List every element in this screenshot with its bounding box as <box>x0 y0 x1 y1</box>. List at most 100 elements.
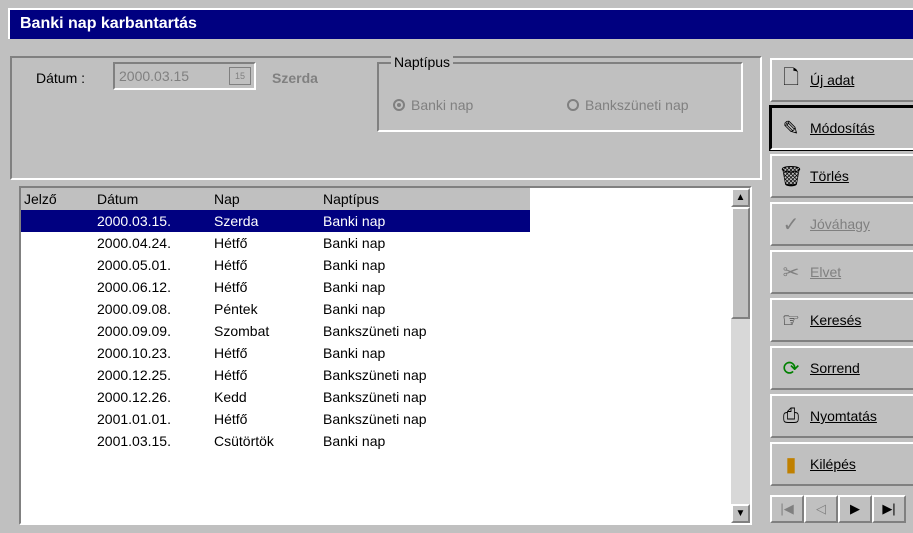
cell-datum: 2000.06.12. <box>97 279 171 295</box>
grid-header: Jelző Dátum Nap Naptípus <box>21 188 530 210</box>
uj-adat-label: Új adat <box>810 72 855 88</box>
uj-adat-button[interactable]: 🗋 Új adat <box>770 58 913 102</box>
cell-datum: 2000.03.15. <box>97 213 171 229</box>
modositas-label: Módosítás <box>810 120 875 136</box>
scroll-up-icon[interactable]: ▲ <box>731 188 750 207</box>
table-row[interactable]: 2000.12.25. Hétfő Bankszüneti nap <box>21 364 530 386</box>
kilepes-button[interactable]: ▮ Kilépés <box>770 442 913 486</box>
nyomtatas-label: Nyomtatás <box>810 408 877 424</box>
cell-nap: Szerda <box>214 213 259 229</box>
torles-button[interactable]: 🗑 Törlés <box>770 154 913 198</box>
kilepes-label: Kilépés <box>810 456 856 472</box>
cell-datum: 2000.12.25. <box>97 367 171 383</box>
elvet-button[interactable]: ✂ Elvet <box>770 250 913 294</box>
col-jelzo[interactable]: Jelző <box>24 191 57 207</box>
cell-datum: 2000.09.09. <box>97 323 171 339</box>
nyomtatas-button[interactable]: ⎙ Nyomtatás <box>770 394 913 438</box>
table-row[interactable]: 2000.05.01. Hétfő Banki nap <box>21 254 530 276</box>
cell-nap: Hétfő <box>214 367 248 383</box>
cell-tipus: Bankszüneti nap <box>323 323 427 339</box>
cell-tipus: Banki nap <box>323 213 386 229</box>
trash-icon: 🗑 <box>778 165 804 188</box>
cell-datum: 2001.03.15. <box>97 433 171 449</box>
cell-datum: 2000.12.26. <box>97 389 171 405</box>
table-row[interactable]: 2000.06.12. Hétfő Banki nap <box>21 276 530 298</box>
cell-nap: Péntek <box>214 301 258 317</box>
radio-banki-label: Banki nap <box>411 97 474 113</box>
next-record-icon[interactable]: ▶ <box>838 495 872 523</box>
kereses-label: Keresés <box>810 312 862 328</box>
edit-icon: ✎ <box>782 117 800 140</box>
cell-tipus: Banki nap <box>323 433 386 449</box>
first-record-icon[interactable]: |◀ <box>770 495 804 523</box>
cell-nap: Hétfő <box>214 411 248 427</box>
check-icon: ✓ <box>782 213 800 236</box>
table-row[interactable]: 2001.03.15. Csütörtök Banki nap <box>21 430 530 452</box>
title-bar-background: Banki nap karbantartás <box>8 8 913 39</box>
cell-nap: Csütörtök <box>214 433 274 449</box>
vertical-scrollbar[interactable]: ▲ ▼ <box>731 188 750 523</box>
radio-banki-nap[interactable]: Banki nap <box>393 97 473 113</box>
scroll-thumb[interactable] <box>731 207 750 319</box>
table-row[interactable]: 2000.12.26. Kedd Bankszüneti nap <box>21 386 530 408</box>
hand-pointer-icon: ☞ <box>782 309 800 332</box>
cell-tipus: Banki nap <box>323 279 386 295</box>
cell-tipus: Bankszüneti nap <box>323 367 427 383</box>
elvet-label: Elvet <box>810 264 842 280</box>
table-row[interactable]: 2001.01.01. Hétfő Bankszüneti nap <box>21 408 530 430</box>
datum-label: Dátum : <box>36 70 86 86</box>
radio-checked-icon <box>393 99 405 111</box>
cell-nap: Hétfő <box>214 345 248 361</box>
new-page-icon: 🗋 <box>782 67 800 89</box>
cell-nap: Hétfő <box>214 235 248 251</box>
naptipus-label: Naptípus <box>391 54 454 70</box>
cell-datum: 2001.01.01. <box>97 411 171 427</box>
torles-label: Törlés <box>810 168 849 184</box>
date-value[interactable]: 2000.03.15 <box>119 68 189 84</box>
table-row[interactable]: 2000.09.09. Szombat Bankszüneti nap <box>21 320 530 342</box>
title-bar: Banki nap karbantartás <box>0 0 913 39</box>
sorrend-label: Sorrend <box>810 360 860 376</box>
cell-datum: 2000.10.23. <box>97 345 171 361</box>
cell-datum: 2000.09.08. <box>97 301 171 317</box>
col-naptipus[interactable]: Naptípus <box>323 191 379 207</box>
cell-nap: Kedd <box>214 389 247 405</box>
modositas-button[interactable]: ✎ Módosítás <box>769 105 913 151</box>
naptipus-group: Naptípus Banki nap Bankszüneti nap <box>377 54 743 132</box>
table-row[interactable]: 2000.09.08. Péntek Banki nap <box>21 298 530 320</box>
data-grid[interactable]: Jelző Dátum Nap Naptípus 2000.03.15. Szer… <box>19 186 752 525</box>
calendar-icon[interactable]: 15 <box>229 67 251 85</box>
cell-tipus: Banki nap <box>323 301 386 317</box>
cell-tipus: Bankszüneti nap <box>323 411 427 427</box>
kereses-button[interactable]: ☞ Keresés <box>770 298 913 342</box>
prev-record-icon[interactable]: ◁ <box>804 495 838 523</box>
window-title: Banki nap karbantartás <box>20 15 197 32</box>
table-row[interactable]: 2000.04.24. Hétfő Banki nap <box>21 232 530 254</box>
radio-bankszuneti-label: Bankszüneti nap <box>585 97 689 113</box>
printer-icon: ⎙ <box>783 404 799 427</box>
date-input[interactable]: 2000.03.15 15 <box>113 62 256 90</box>
cell-datum: 2000.04.24. <box>97 235 171 251</box>
table-row[interactable]: 2000.10.23. Hétfő Banki nap <box>21 342 530 364</box>
cell-datum: 2000.05.01. <box>97 257 171 273</box>
day-name: Szerda <box>272 70 318 86</box>
cell-tipus: Banki nap <box>323 345 386 361</box>
sorrend-button[interactable]: ⟳ Sorrend <box>770 346 913 390</box>
col-nap[interactable]: Nap <box>214 191 240 207</box>
radio-bankszuneti-nap[interactable]: Bankszüneti nap <box>567 97 689 113</box>
cell-tipus: Banki nap <box>323 257 386 273</box>
radio-unchecked-icon <box>567 99 579 111</box>
col-datum[interactable]: Dátum <box>97 191 138 207</box>
record-navigator: |◀ ◁ ▶ ▶| <box>770 495 913 523</box>
cell-nap: Hétfő <box>214 257 248 273</box>
table-row[interactable]: 2000.03.15. Szerda Banki nap <box>21 210 530 232</box>
jovahagy-label: Jóváhagy <box>810 216 870 232</box>
cell-nap: Szombat <box>214 323 270 339</box>
exit-door-icon: ▮ <box>785 453 797 476</box>
scissors-icon: ✂ <box>782 261 800 284</box>
last-record-icon[interactable]: ▶| <box>872 495 906 523</box>
refresh-icon: ⟳ <box>782 357 800 380</box>
jovahagy-button[interactable]: ✓ Jóváhagy <box>770 202 913 246</box>
scroll-down-icon[interactable]: ▼ <box>731 504 750 523</box>
cell-tipus: Banki nap <box>323 235 386 251</box>
